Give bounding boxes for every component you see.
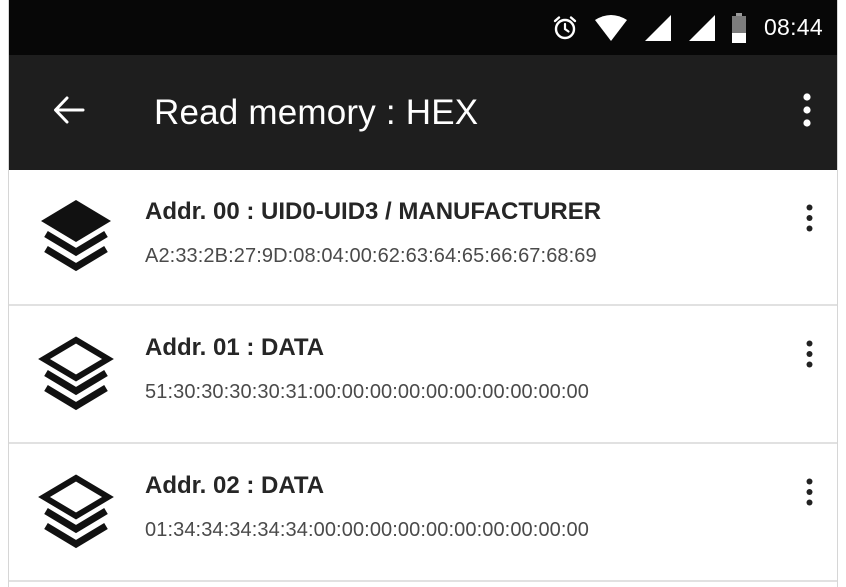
memory-block-value: 51:30:30:30:30:31:00:00:00:00:00:00:00:0… [145,381,589,403]
memory-block-value: A2:33:2B:27:9D:08:04:00:62:63:64:65:66:6… [145,245,597,267]
memory-block-title: Addr. 02 : DATA [145,472,325,499]
memory-block-value: 01:34:34:34:34:34:00:00:00:00:00:00:00:0… [145,519,589,541]
memory-block-list: Addr. 00 : UID0-UID3 / MANUFACTURER A2:3… [9,170,837,582]
signal-icon [688,14,716,42]
more-vert-icon [803,93,811,132]
memory-block-title: Addr. 01 : DATA [145,334,325,361]
layers-outline-icon [33,469,119,555]
status-icons: 08:44 [552,12,823,43]
item-menu-button[interactable] [797,472,821,516]
app-frame: 08:44 Read memory : HEX Addr. 00: UID0-… [0,0,846,587]
item-menu-button[interactable] [797,334,821,378]
wifi-icon [594,14,628,42]
battery-icon [731,12,746,43]
arrow-back-icon [53,95,85,130]
more-vert-icon [806,204,813,237]
app-toolbar: Read memory : HEX [9,55,837,170]
page-title: Read memory : HEX [154,92,479,132]
memory-block-item[interactable]: Addr. 00 : UID0-UID3 / MANUFACTURER A2:3… [9,170,837,306]
item-menu-button[interactable] [797,198,821,242]
memory-block-title: Addr. 00 : UID0-UID3 / MANUFACTURER [145,198,602,225]
app-screen: 08:44 Read memory : HEX Addr. 00: UID0-… [8,0,838,587]
memory-block-item[interactable]: Addr. 01 : DATA 51:30:30:30:30:31:00:00:… [9,306,837,444]
layers-outline-icon [33,331,119,417]
alarm-icon [552,15,578,41]
overflow-menu-button[interactable] [787,89,827,137]
layers-filled-icon [33,194,119,280]
status-bar: 08:44 [9,0,837,55]
back-button[interactable] [45,89,93,137]
signal-icon [644,14,672,42]
more-vert-icon [806,340,813,373]
status-time: 08:44 [763,14,823,40]
memory-block-item[interactable]: Addr. 02 : DATA 01:34:34:34:34:34:00:00:… [9,444,837,582]
more-vert-icon [806,478,813,511]
